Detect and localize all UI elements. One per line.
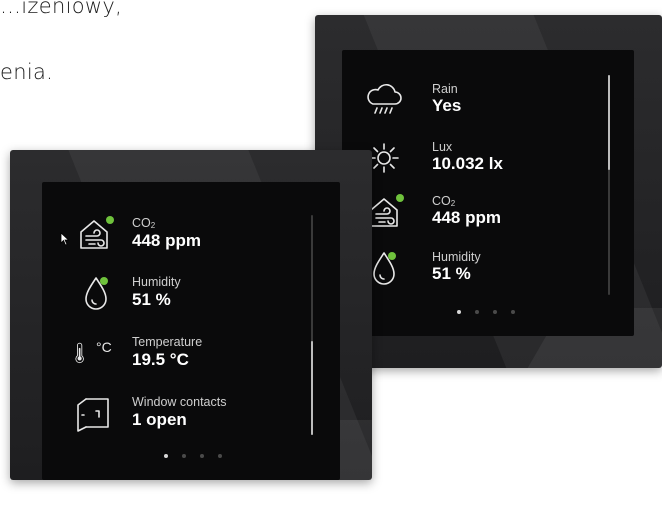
list-item-humidity[interactable]: Humidity 51 % bbox=[42, 271, 340, 315]
scroll-thumb[interactable] bbox=[311, 341, 313, 435]
co2-value: 448 ppm bbox=[132, 231, 201, 250]
list-item-humidity[interactable]: Humidity 51 % bbox=[342, 246, 634, 290]
list-item-lux[interactable]: Lux 10.032 lx bbox=[342, 136, 634, 180]
co2-status-dot bbox=[106, 216, 114, 224]
list-item-temperature[interactable]: °C Temperature 19.5 °C bbox=[42, 331, 340, 375]
window-icon bbox=[77, 398, 109, 432]
droplet-icon bbox=[85, 277, 107, 310]
temperature-value: 19.5 °C bbox=[132, 350, 189, 369]
lux-label: Lux bbox=[432, 140, 453, 154]
thermometer-icon bbox=[75, 342, 84, 364]
list-item-co2[interactable]: CO2 448 ppm bbox=[342, 190, 634, 234]
page-dot[interactable] bbox=[164, 454, 168, 458]
scroll-thumb[interactable] bbox=[608, 75, 610, 170]
background-text-line-1: …izeniowy, bbox=[0, 0, 123, 18]
scrollbar[interactable] bbox=[311, 215, 313, 435]
humidity-label: Humidity bbox=[432, 250, 481, 264]
cloud-rain-icon bbox=[367, 84, 402, 114]
page-dot[interactable] bbox=[457, 310, 461, 314]
co2-value: 448 ppm bbox=[432, 208, 501, 227]
back-panel-screen: Rain Yes Lux 10.032 lx CO2 448 ppm Humid… bbox=[342, 50, 634, 336]
co2-status-dot bbox=[396, 194, 404, 202]
temperature-label: Temperature bbox=[132, 335, 203, 349]
humidity-value: 51 % bbox=[132, 290, 171, 309]
humidity-status-dot bbox=[100, 277, 108, 285]
scrollbar[interactable] bbox=[608, 75, 610, 295]
page-dot[interactable] bbox=[511, 310, 515, 314]
page-indicator bbox=[164, 454, 222, 458]
window-contacts-value: 1 open bbox=[132, 410, 187, 429]
celsius-icon-text: °C bbox=[96, 339, 112, 355]
page-indicator bbox=[457, 310, 515, 314]
rain-value: Yes bbox=[432, 96, 462, 115]
background-text-line-2: enia. bbox=[0, 60, 54, 84]
list-item-co2[interactable]: CO2 448 ppm bbox=[42, 212, 340, 256]
co2-label: CO2 bbox=[432, 194, 456, 208]
rain-label: Rain bbox=[432, 82, 458, 96]
humidity-value: 51 % bbox=[432, 264, 471, 283]
page-dot[interactable] bbox=[182, 454, 186, 458]
lux-value: 10.032 lx bbox=[432, 154, 503, 173]
list-item-rain[interactable]: Rain Yes bbox=[342, 78, 634, 122]
front-panel-device: CO2 448 ppm Humidity 51 % °C Temperature… bbox=[10, 150, 372, 480]
page-dot[interactable] bbox=[493, 310, 497, 314]
page-dot[interactable] bbox=[475, 310, 479, 314]
list-item-window-contacts[interactable]: Window contacts 1 open bbox=[42, 391, 340, 435]
co2-label: CO2 bbox=[132, 216, 156, 230]
front-panel-screen: CO2 448 ppm Humidity 51 % °C Temperature… bbox=[42, 182, 340, 480]
page-dot[interactable] bbox=[218, 454, 222, 458]
mouse-cursor-icon bbox=[60, 232, 70, 246]
page-dot[interactable] bbox=[200, 454, 204, 458]
humidity-label: Humidity bbox=[132, 275, 181, 289]
window-contacts-label: Window contacts bbox=[132, 395, 227, 409]
humidity-status-dot bbox=[388, 252, 396, 260]
